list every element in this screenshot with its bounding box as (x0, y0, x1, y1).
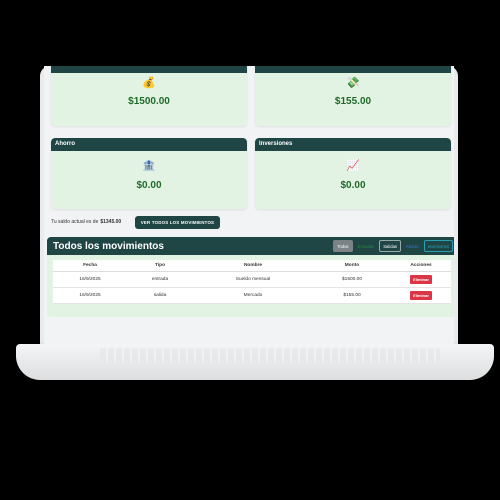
column-tipo: Tipo (127, 260, 193, 272)
row-tipo: salida (127, 287, 193, 304)
savings-card-header: Ahorro (51, 138, 247, 151)
movements-title: Todos los movimientos (53, 240, 164, 252)
row-monto: $1500.00 (313, 271, 391, 288)
money-wings-icon: 💸 (346, 77, 360, 89)
row-acciones: Eliminar (391, 271, 451, 288)
savings-amount: $0.00 (136, 180, 162, 191)
table-row: 16/9/2025 entrada Sueldo mensual $1500.0… (53, 271, 451, 288)
row-fecha: 16/9/2025 (53, 287, 127, 304)
chart-increasing-icon: 📈 (346, 160, 360, 172)
table-header-row: Fecha Tipo Nombre Monto Acciones (53, 260, 451, 272)
row-monto: $155.00 (313, 287, 391, 304)
movements-table: Fecha Tipo Nombre Monto Acciones 16/9/20… (53, 260, 451, 304)
investments-card-header: Inversiones (255, 138, 451, 151)
row-nombre: Sueldo mensual (193, 271, 313, 288)
column-acciones: Acciones (391, 260, 451, 272)
laptop-keyboard (100, 348, 440, 362)
expense-amount: $155.00 (334, 96, 372, 107)
delete-button[interactable]: Eliminar (410, 274, 432, 284)
movements-panel: Todos los movimientos Todos Entradas Sal… (47, 237, 454, 317)
filter-entradas[interactable]: Entradas (354, 240, 379, 252)
delete-button[interactable]: Eliminar (410, 290, 432, 300)
investments-card: Inversiones 📈 $0.00 (255, 138, 451, 209)
filter-ahorro[interactable]: Ahorro (402, 240, 423, 252)
column-nombre: Nombre (193, 260, 313, 272)
income-amount: $1500.00 (128, 96, 170, 107)
movement-filters: Todos Entradas Salidas Ahorro Inversione… (333, 240, 453, 252)
balance-line: Tu saldo actual es de $1345.00 (51, 219, 121, 225)
savings-card: Ahorro 🏦 $0.00 (51, 138, 247, 209)
bank-icon: 🏦 (142, 160, 156, 172)
investments-amount: $0.00 (340, 180, 366, 191)
filter-salidas[interactable]: Salidas (379, 240, 401, 252)
row-nombre: Mercado (193, 287, 313, 304)
laptop-screen: 💰 $1500.00 💸 $155.00 Ahorro 🏦 $0.00 Inve… (44, 66, 454, 344)
row-tipo: entrada (127, 271, 193, 288)
balance-amount: $1345.00 (100, 219, 122, 225)
row-fecha: 16/9/2025 (53, 271, 127, 288)
filter-inversiones[interactable]: Inversiones (423, 240, 453, 252)
money-bag-icon: 💰 (142, 77, 156, 89)
expense-card-header (255, 66, 451, 73)
table-row: 16/9/2025 salida Mercado $155.00 Elimina… (53, 287, 451, 304)
view-all-movements-button[interactable]: VER TODOS LOS MOVIMIENTOS (135, 216, 220, 229)
income-card: 💰 $1500.00 (51, 66, 247, 126)
column-monto: Monto (313, 260, 391, 272)
movements-header: Todos los movimientos Todos Entradas Sal… (47, 237, 454, 255)
income-card-header (51, 66, 247, 73)
expense-card: 💸 $155.00 (255, 66, 451, 126)
column-fecha: Fecha (53, 260, 127, 272)
filter-todos[interactable]: Todos (333, 240, 353, 252)
row-acciones: Eliminar (391, 287, 451, 304)
balance-label: Tu saldo actual es de (51, 219, 99, 225)
